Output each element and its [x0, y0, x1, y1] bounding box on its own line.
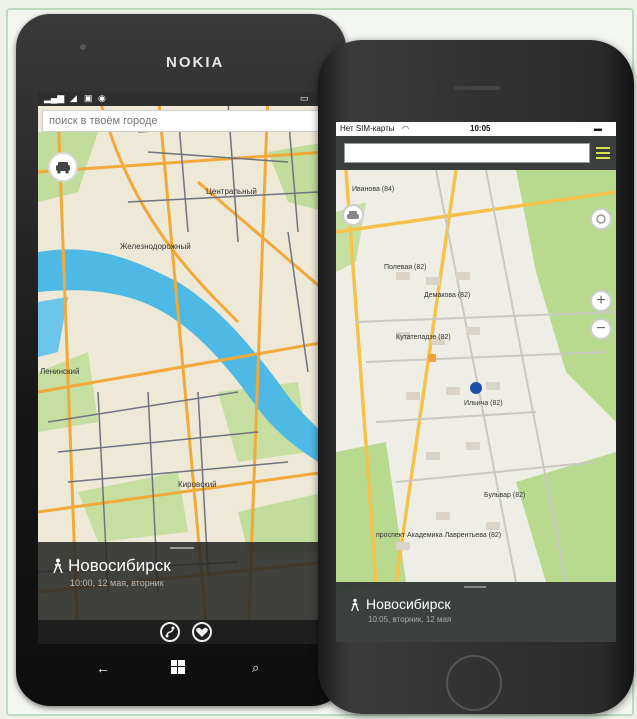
status-bar: Нет SIM-карты ◠ 10:05 ▬	[336, 122, 616, 136]
map-label-street: Ильича (82)	[464, 400, 503, 407]
iphone-map[interactable]	[336, 122, 616, 642]
walker-icon	[53, 558, 63, 574]
route-icon	[165, 626, 175, 638]
front-camera	[436, 84, 444, 92]
battery-icon: ▬	[594, 124, 602, 133]
search-input[interactable]	[43, 111, 321, 131]
home-button[interactable]	[446, 655, 502, 711]
front-camera	[80, 44, 86, 50]
battery-icon: ▭	[300, 93, 309, 103]
city-name: Новосибирск	[366, 596, 451, 612]
menu-button[interactable]	[594, 146, 612, 160]
date-time: 10:05, вторник, 12 мая	[368, 615, 452, 624]
menu-icon-bar	[596, 147, 610, 149]
menu-icon-bar	[596, 157, 610, 159]
favorites-button[interactable]	[192, 622, 212, 642]
panel-handle[interactable]	[170, 547, 194, 549]
map-label-railway: Железнодорожный	[120, 242, 191, 251]
back-icon[interactable]: ←	[96, 660, 110, 676]
zoom-in-button[interactable]: +	[590, 290, 612, 312]
windows-icon[interactable]	[171, 660, 185, 679]
nokia-screen: ▂▄▆ ◢ ▣ ◉ ▭ Центральный Железнодорожный …	[38, 92, 326, 644]
app-bar	[38, 620, 326, 644]
search-box[interactable]	[42, 110, 322, 132]
carrier-text: Нет SIM-карты	[340, 124, 395, 133]
location-status-icon: ◉	[98, 93, 106, 103]
map-label-street: Демакова (82)	[424, 292, 471, 299]
traffic-button[interactable]	[342, 204, 364, 226]
nokia-nav-bar: ← ⌕	[38, 652, 326, 692]
map-label-street: Иванова (84)	[352, 186, 395, 193]
date-time: 10:00, 12 мая, вторник	[70, 578, 164, 588]
compass-icon	[596, 214, 606, 224]
city-panel[interactable]: Новосибирск 10:05, вторник, 12 мая	[336, 582, 616, 642]
wifi-icon: ◠	[402, 124, 409, 133]
signal-icon: ▂▄▆	[44, 93, 65, 103]
traffic-button[interactable]	[48, 152, 78, 182]
search-icon[interactable]: ⌕	[252, 660, 259, 676]
wifi-icon: ◢	[70, 93, 77, 103]
city-panel[interactable]: Новосибирск 10:00, 12 мая, вторник	[38, 542, 326, 620]
iphone-screen: Нет SIM-карты ◠ 10:05 ▬ + − Иванова (84)…	[336, 122, 616, 642]
map-label-avenue: проспект Академика Лаврентьева (82)	[376, 532, 502, 539]
map-label-street: Бульвар (82)	[484, 492, 526, 499]
message-icon: ▣	[84, 93, 93, 103]
map-label-street: Кутателадзе (82)	[396, 334, 451, 341]
city-name: Новосибирск	[68, 556, 171, 575]
menu-icon-bar	[596, 152, 610, 154]
heart-icon	[196, 627, 208, 637]
map-label-kirovsky: Кировский	[178, 480, 217, 489]
search-header	[336, 136, 616, 170]
earpiece	[454, 86, 500, 90]
routes-button[interactable]	[160, 622, 180, 642]
zoom-out-button[interactable]: −	[590, 318, 612, 340]
nokia-logo: NOKIA	[166, 54, 225, 71]
car-icon	[56, 162, 70, 174]
map-label-street: Полевая (82)	[384, 264, 427, 271]
walker-icon	[351, 598, 359, 612]
status-bar: ▂▄▆ ◢ ▣ ◉ ▭	[38, 92, 326, 106]
clock-text: 10:05	[470, 124, 491, 133]
search-box[interactable]	[344, 143, 590, 164]
car-icon	[347, 211, 359, 219]
panel-handle[interactable]	[464, 586, 486, 588]
map-label-central: Центральный	[206, 187, 257, 196]
locate-button[interactable]	[590, 208, 612, 230]
map-label-leninsky: Ленинский	[40, 367, 80, 376]
search-input[interactable]	[345, 145, 589, 164]
